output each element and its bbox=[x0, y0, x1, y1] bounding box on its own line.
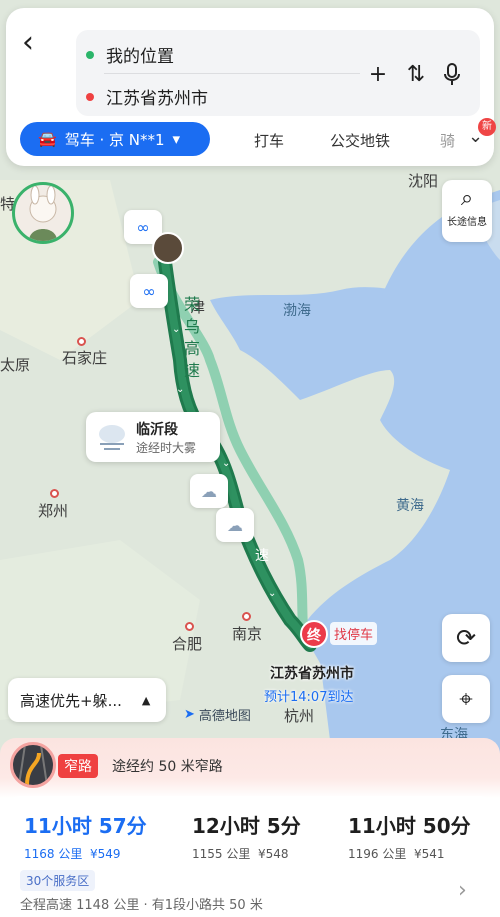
voice-button[interactable] bbox=[440, 62, 464, 92]
narrow-road-description: 途经约 50 米窄路 bbox=[112, 759, 223, 775]
route-meta: 1168 公里 ¥549 bbox=[24, 845, 147, 862]
weather-alert-card[interactable]: 临沂段 途经时大雾 bbox=[86, 412, 220, 462]
route-time: 12小时 5分 bbox=[192, 814, 301, 838]
origin-text: 我的位置 bbox=[106, 47, 174, 67]
route-meta: 1155 公里 ¥548 bbox=[192, 845, 301, 862]
city-shijiazhuang: 石家庄 bbox=[62, 349, 108, 367]
chevron-left-icon: ‹ bbox=[22, 25, 34, 60]
car-icon: 🚘 bbox=[38, 130, 57, 148]
route-preference-label: 高速优先+躲... bbox=[20, 691, 122, 710]
add-waypoint-button[interactable]: + bbox=[366, 62, 390, 87]
back-button[interactable]: ‹ bbox=[22, 28, 50, 64]
fog-icon: ☁ bbox=[227, 515, 243, 535]
route-distance: 1168 公里 bbox=[24, 847, 83, 861]
tunnel-icon: ∞ bbox=[136, 217, 150, 237]
avatar-image bbox=[29, 185, 57, 241]
travel-mode-bar: 🚘 驾车 · 京 N**1 ▾ 打车 公交地铁 骑 ⌄ 新 bbox=[20, 118, 496, 158]
route-summary-panel: 窄路 途经约 50 米窄路 11小时 57分 1168 公里 ¥549 12小时… bbox=[0, 738, 500, 917]
drive-tab-label: 驾车 · 京 N**1 bbox=[64, 130, 165, 149]
sea-huanghai: 黄海 bbox=[396, 498, 424, 514]
svg-text:⌄: ⌄ bbox=[176, 384, 184, 395]
route-summary-text: 全程高速 1148 公里 · 有1段小路共 50 米 bbox=[20, 898, 263, 913]
route-meta: 1196 公里 ¥541 bbox=[348, 845, 471, 862]
narrow-road-icon bbox=[10, 742, 56, 788]
route-option[interactable]: 11小时 57分 1168 公里 ¥549 bbox=[24, 810, 147, 862]
svg-text:⌄: ⌄ bbox=[268, 588, 276, 599]
route-toll: ¥549 bbox=[90, 847, 121, 861]
tab-cycling[interactable]: 骑 bbox=[440, 130, 455, 151]
amap-logo: ➤ 高德地图 bbox=[184, 705, 251, 724]
microphone-icon bbox=[444, 63, 460, 85]
destination-dot-icon bbox=[86, 92, 94, 101]
plus-icon: + bbox=[368, 62, 388, 87]
swap-icon: ⇅ bbox=[406, 62, 426, 87]
route-inputs: 我的位置 江苏省苏州市 + ⇅ bbox=[76, 30, 480, 116]
avatar[interactable] bbox=[12, 182, 74, 244]
divider bbox=[104, 73, 360, 74]
weather-subtitle: 途经时大雾 bbox=[136, 441, 197, 455]
route-time: 11小时 50分 bbox=[348, 814, 471, 838]
city-dot bbox=[242, 612, 251, 621]
fog-icon bbox=[99, 425, 125, 450]
refresh-icon: ⟳ bbox=[455, 624, 477, 652]
amap-logo-icon: ➤ bbox=[184, 707, 195, 722]
tab-transit[interactable]: 公交地铁 bbox=[330, 130, 390, 151]
route-distance: 1155 公里 bbox=[192, 847, 251, 861]
tab-taxi[interactable]: 打车 bbox=[254, 130, 284, 151]
caret-up-icon: ▲ bbox=[141, 693, 151, 707]
route-toll: ¥548 bbox=[258, 847, 289, 861]
destination-label: 江苏省苏州市 bbox=[270, 666, 354, 682]
long-info-label: 长途信息 bbox=[447, 217, 487, 228]
tab-drive[interactable]: 🚘 驾车 · 京 N**1 ▾ bbox=[20, 122, 210, 156]
chevron-right-icon[interactable]: › bbox=[458, 878, 467, 903]
fog-chip[interactable]: ☁ bbox=[216, 508, 254, 542]
highway-label: 荣乌高速 bbox=[181, 296, 200, 384]
tunnel-icon: ∞ bbox=[142, 281, 156, 301]
tunnel-chip[interactable]: ∞ bbox=[130, 274, 168, 308]
narrow-road-tag: 窄路 bbox=[58, 754, 98, 778]
new-badge: 新 bbox=[478, 118, 496, 136]
city-dot bbox=[185, 622, 194, 631]
destination-text: 江苏省苏州市 bbox=[106, 89, 208, 109]
route-preference-button[interactable]: 高速优先+躲... ▲ bbox=[8, 678, 166, 722]
city-taiyuan: 太原 bbox=[0, 356, 31, 374]
route-option[interactable]: 12小时 5分 1155 公里 ¥548 bbox=[192, 810, 301, 862]
sea-bohai: 渤海 bbox=[283, 303, 311, 319]
destination-marker[interactable]: 终 bbox=[300, 620, 328, 648]
eta-label: 预计14:07到达 bbox=[264, 690, 354, 705]
fog-chip[interactable]: ☁ bbox=[190, 474, 228, 508]
origin-field[interactable]: 我的位置 bbox=[86, 42, 174, 67]
long-distance-info-button[interactable]: ⌕ 长途信息 bbox=[442, 180, 492, 242]
search-icon: ⌕ bbox=[460, 186, 474, 211]
city-hefei: 合肥 bbox=[172, 635, 203, 653]
city-shenyang: 沈阳 bbox=[408, 172, 439, 190]
fog-icon: ☁ bbox=[201, 481, 217, 501]
city-zhengzhou: 郑州 bbox=[38, 502, 69, 520]
route-option[interactable]: 11小时 50分 1196 公里 ¥541 bbox=[348, 810, 471, 862]
swap-button[interactable]: ⇅ bbox=[404, 62, 428, 87]
destination-field[interactable]: 江苏省苏州市 bbox=[86, 84, 208, 109]
caret-down-icon: ▾ bbox=[172, 130, 181, 148]
start-marker[interactable] bbox=[152, 232, 184, 264]
city-hangzhou: 杭州 bbox=[284, 707, 315, 725]
city-dot bbox=[50, 489, 59, 498]
route-time: 11小时 57分 bbox=[24, 814, 147, 838]
highway-label-2: 速 bbox=[255, 548, 269, 564]
city-dot bbox=[77, 337, 86, 346]
origin-dot-icon bbox=[86, 50, 94, 59]
route-panel: ‹ 我的位置 江苏省苏州市 + ⇅ 🚘 驾车 · 京 N**1 ▾ 打车 公交地… bbox=[6, 8, 496, 166]
service-area-badge: 30个服务区 bbox=[20, 870, 96, 891]
locate-button[interactable]: ⌖ bbox=[442, 675, 490, 723]
crosshair-icon: ⌖ bbox=[459, 685, 473, 713]
weather-title: 临沂段 bbox=[136, 422, 178, 438]
route-distance: 1196 公里 bbox=[348, 847, 407, 861]
find-parking-button[interactable]: 找停车 bbox=[330, 622, 378, 645]
route-options: 11小时 57分 1168 公里 ¥549 12小时 5分 1155 公里 ¥5… bbox=[6, 796, 494, 917]
city-nanjing: 南京 bbox=[232, 625, 263, 643]
svg-text:⌄: ⌄ bbox=[222, 458, 230, 469]
amap-logo-text: 高德地图 bbox=[198, 709, 251, 724]
refresh-route-button[interactable]: ⟳ bbox=[442, 614, 490, 662]
route-toll: ¥541 bbox=[414, 847, 445, 861]
